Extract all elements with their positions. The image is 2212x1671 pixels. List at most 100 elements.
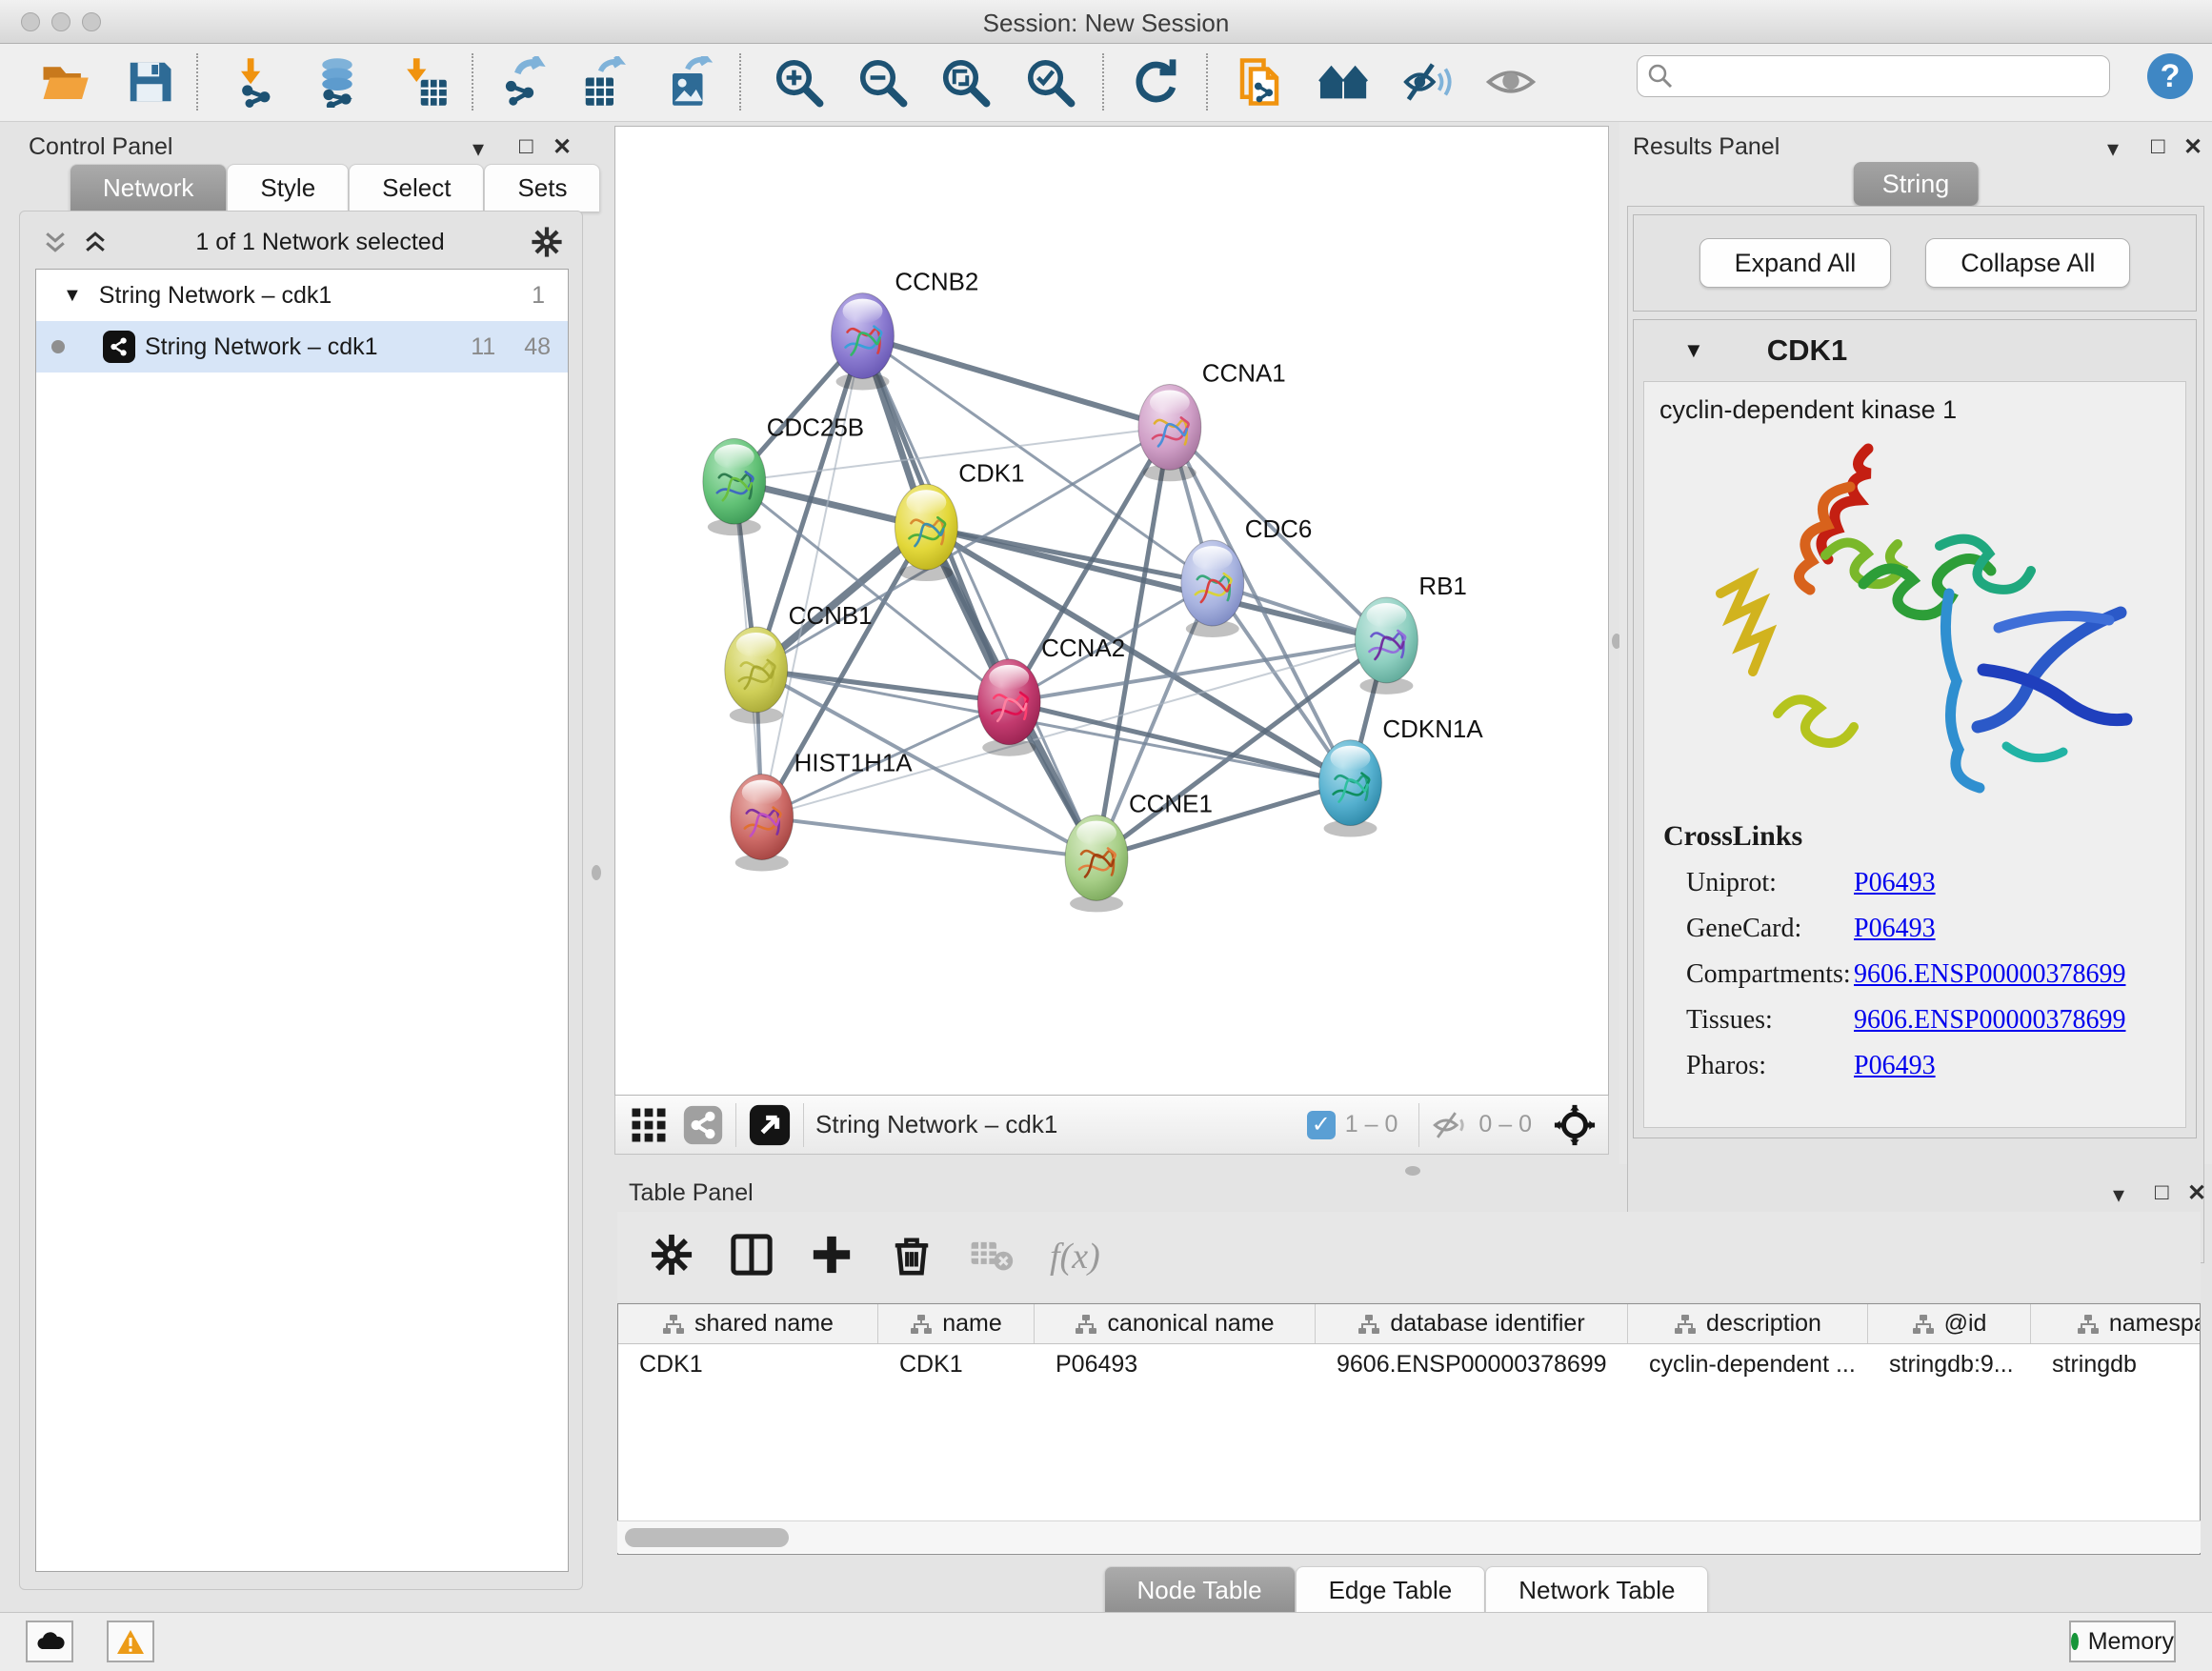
tree-expander-icon[interactable]: ▼ [63,285,82,307]
fit-content-crosshair-icon[interactable] [1553,1103,1597,1147]
column-header-id[interactable]: @id [1868,1304,2031,1343]
network-edge[interactable] [1009,702,1350,783]
collapse-all-button[interactable]: Collapse All [1925,238,2130,288]
export-network-icon[interactable] [493,51,554,112]
column-header-database-identifier[interactable]: database identifier [1316,1304,1628,1343]
network-edge[interactable] [762,817,1096,858]
crosslink-link[interactable]: 9606.ENSP00000378699 [1854,1005,2125,1036]
selected-checkbox-icon[interactable]: ✓ [1307,1111,1336,1139]
zoom-fit-icon[interactable] [935,51,995,112]
tab-select[interactable]: Select [349,164,484,211]
network-node-CCNA1[interactable]: CCNA1 [1138,360,1286,481]
crosslink-link[interactable]: P06493 [1854,914,1936,944]
network-canvas[interactable]: CCNB2CCNA1CDC25BCDK1CDC6RB1CCNB1CCNA2CDK… [614,126,1609,1096]
import-network-icon[interactable] [228,51,289,112]
open-session-icon[interactable] [34,51,95,112]
network-edge[interactable] [762,336,863,817]
column-header-name[interactable]: name [878,1304,1035,1343]
network-node-CDK1[interactable]: CDK1 [895,460,1024,581]
gear-icon[interactable] [531,226,563,258]
network-row[interactable]: String Network – cdk1 11 48 [36,321,568,372]
show-all-networks-icon[interactable] [1314,51,1375,112]
tab-network-table[interactable]: Network Table [1485,1566,1708,1614]
panel-collapse-icon[interactable]: ▾ [473,135,484,163]
show-eye-icon[interactable] [1480,51,1541,112]
crosslink-link[interactable]: P06493 [1854,1051,1936,1081]
table-horizontal-scrollbar[interactable] [617,1520,2201,1553]
network-node-CCNB2[interactable]: CCNB2 [832,270,979,391]
panel-float-icon[interactable]: □ [2155,1179,2169,1206]
scrollbar-thumb[interactable] [625,1528,789,1547]
column-header-description[interactable]: description [1628,1304,1868,1343]
table-cell[interactable]: 9606.ENSP00000378699 [1316,1351,1628,1379]
tab-node-table[interactable]: Node Table [1104,1566,1296,1614]
network-node-CDKN1A[interactable]: CDKN1A [1319,716,1484,837]
clone-network-icon[interactable] [1229,51,1290,112]
network-node-CCNE1[interactable]: CCNE1 [1065,792,1213,913]
table-cell[interactable]: CDK1 [618,1351,878,1379]
crosslink-link[interactable]: 9606.ENSP00000378699 [1854,959,2125,990]
save-session-icon[interactable] [119,51,180,112]
import-network-from-database-icon[interactable] [307,51,368,112]
column-header-canonical-name[interactable]: canonical name [1035,1304,1316,1343]
function-builder-icon[interactable]: f(x) [1050,1236,1100,1278]
warning-button[interactable] [107,1621,154,1662]
export-image-icon[interactable] [659,51,720,112]
table-cell[interactable]: P06493 [1035,1351,1316,1379]
network-edge[interactable] [863,336,1170,428]
cloud-button[interactable] [26,1621,73,1662]
add-column-icon[interactable] [810,1233,854,1281]
string-network-graph[interactable]: CCNB2CCNA1CDC25BCDK1CDC6RB1CCNB1CCNA2CDK… [615,127,1608,1095]
birds-eye-view-icon[interactable] [748,1103,792,1147]
network-edge[interactable] [762,640,1387,817]
import-table-icon[interactable] [392,51,453,112]
tab-sets[interactable]: Sets [484,164,600,211]
hide-selected-icon[interactable] [1398,51,1458,112]
table-row[interactable]: CDK1CDK1P064939606.ENSP00000378699cyclin… [618,1344,2200,1384]
panel-close-icon[interactable]: ✕ [2187,1179,2206,1207]
table-cell[interactable]: stringdb:9... [1868,1351,2031,1379]
network-edge[interactable] [756,670,1009,702]
network-node-RB1[interactable]: RB1 [1355,574,1466,695]
refresh-icon[interactable] [1125,51,1186,112]
table-cell[interactable]: CDK1 [878,1351,1035,1379]
tab-style[interactable]: Style [227,164,349,211]
help-button[interactable]: ? [2147,53,2193,99]
column-header-namespace[interactable]: namespace [2031,1304,2201,1343]
crosslink-link[interactable]: P06493 [1854,868,1936,898]
zoom-in-icon[interactable] [768,51,829,112]
table-gear-icon[interactable] [650,1233,694,1281]
panel-float-icon[interactable]: □ [519,133,533,160]
collapse-all-icon[interactable] [41,228,70,256]
gene-section-header[interactable]: ▼ CDK1 [1634,320,2196,381]
network-collection-row[interactable]: ▼ String Network – cdk1 1 [36,270,568,321]
tab-network[interactable]: Network [70,164,227,211]
table-tabs: Node TableEdge TableNetwork Table [600,1566,2212,1614]
zoom-selected-icon[interactable] [1019,51,1080,112]
delete-column-trash-icon[interactable] [890,1233,934,1281]
grid-view-icon[interactable] [629,1105,669,1145]
panel-collapse-icon[interactable]: ▾ [2107,135,2119,163]
panel-collapse-icon[interactable]: ▾ [2113,1181,2124,1209]
panel-close-icon[interactable]: ✕ [553,133,572,161]
export-table-icon[interactable] [574,51,635,112]
expand-all-button[interactable]: Expand All [1699,238,1892,288]
tab-edge-table[interactable]: Edge Table [1296,1566,1486,1614]
section-expander-icon[interactable]: ▼ [1683,338,1704,363]
table-cell[interactable]: stringdb [2031,1351,2201,1379]
network-edge[interactable] [863,336,1097,858]
panel-float-icon[interactable]: □ [2151,133,2165,160]
delete-table-icon[interactable] [970,1233,1014,1281]
panel-close-icon[interactable]: ✕ [2183,133,2202,161]
network-share-view-icon[interactable] [682,1104,724,1146]
table-cell[interactable]: cyclin-dependent ... [1628,1351,1868,1379]
memory-button[interactable]: Memory [2069,1621,2176,1662]
column-header-shared-name[interactable]: shared name [618,1304,878,1343]
select-columns-icon[interactable] [730,1233,774,1281]
zoom-out-icon[interactable] [852,51,913,112]
expand-all-icon[interactable] [81,228,110,256]
search-input[interactable] [1637,55,2110,97]
splitter-handle[interactable] [592,865,601,880]
hidden-eye-icon[interactable] [1431,1108,1469,1142]
tab-string[interactable]: String [1854,162,1979,206]
